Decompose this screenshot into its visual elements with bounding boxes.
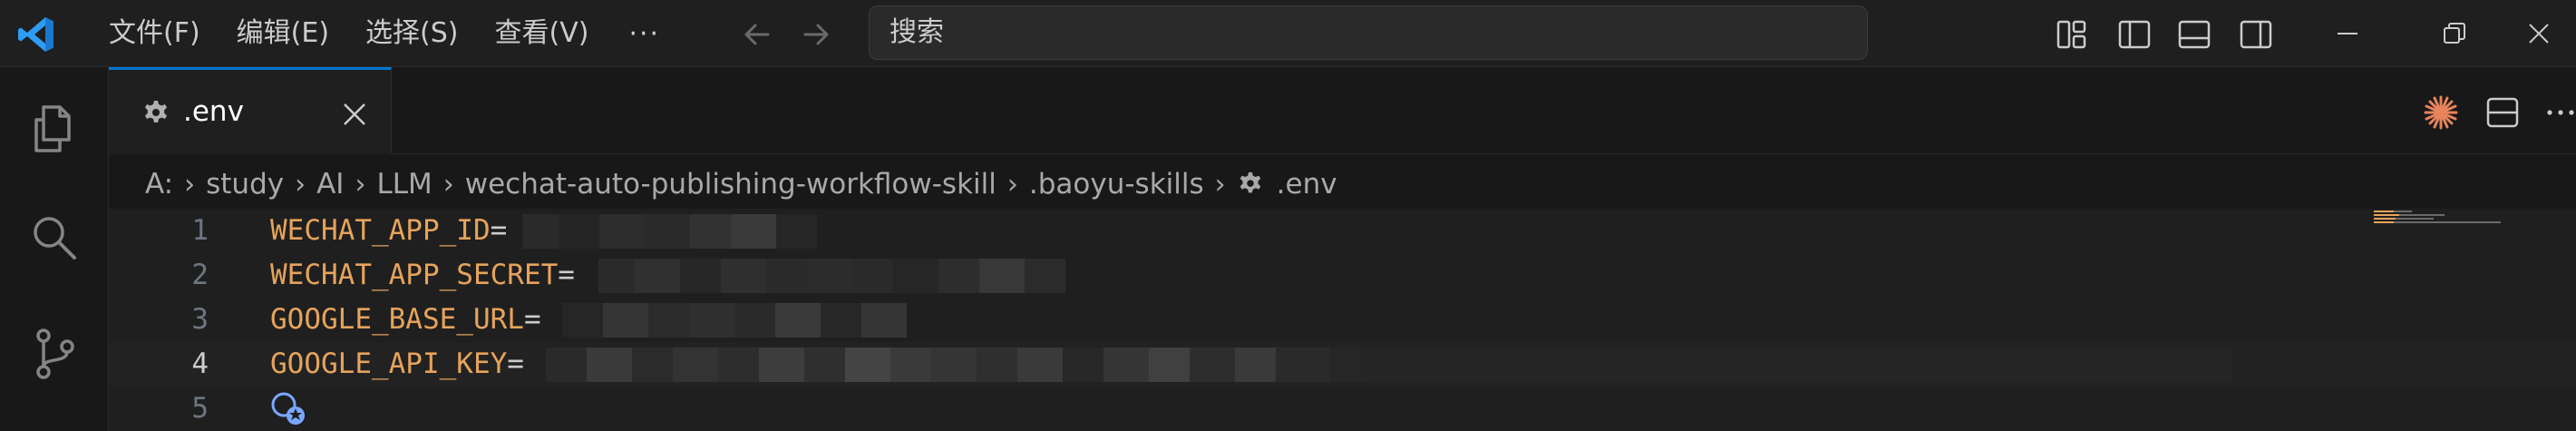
equals-sign: = — [523, 303, 541, 336]
equals-sign: = — [507, 348, 524, 380]
minimize-icon — [2338, 33, 2357, 34]
env-key: GOOGLE_BASE_URL — [270, 303, 524, 336]
editor-tabs: .env — [109, 67, 2576, 154]
forward-arrow-icon[interactable] — [798, 16, 834, 53]
code-editor[interactable]: 1 WECHAT_APP_ID= 2 WECHAT_APP_SECRET= 3 … — [109, 209, 2576, 431]
line-number: 5 — [191, 392, 209, 425]
close-icon — [2529, 24, 2549, 44]
env-key: WECHAT_APP_ID — [270, 214, 491, 247]
toggle-secondary-sidebar-icon[interactable] — [2238, 16, 2274, 53]
code-text: WECHAT_APP_ID= — [270, 209, 507, 253]
copilot-sparkle-icon[interactable] — [2423, 94, 2459, 131]
breadcrumb-drive[interactable]: A: — [145, 168, 173, 201]
tab-label: .env — [183, 95, 244, 128]
chevron-right-icon: › — [184, 168, 196, 201]
tab-env[interactable]: .env — [109, 67, 392, 154]
source-control-icon[interactable] — [25, 325, 83, 383]
code-text: WECHAT_APP_SECRET= — [270, 253, 575, 298]
redacted-value — [522, 214, 817, 249]
toggle-panel-icon[interactable] — [2176, 16, 2212, 53]
equals-sign: = — [490, 214, 508, 247]
breadcrumb-folder[interactable]: .baoyu-skills — [1029, 168, 1204, 201]
line-number: 2 — [191, 259, 209, 291]
line-number: 1 — [191, 214, 209, 247]
redacted-value — [562, 303, 907, 338]
minimap[interactable] — [2374, 209, 2501, 227]
breadcrumb-ai[interactable]: AI — [316, 168, 344, 201]
menu-file[interactable]: 文件(F) — [91, 10, 219, 57]
chevron-right-icon: › — [1214, 168, 1226, 201]
menu-bar: 文件(F) 编辑(E) 选择(S) 查看(V) ··· — [91, 0, 682, 67]
breadcrumb-file[interactable]: .env — [1277, 168, 1337, 201]
breadcrumb-project[interactable]: wechat-auto-publishing-workflow-skill — [465, 168, 996, 201]
close-tab-icon[interactable] — [341, 101, 368, 128]
split-editor-icon[interactable] — [2484, 94, 2521, 131]
menu-edit[interactable]: 编辑(E) — [219, 10, 347, 57]
gear-icon — [145, 101, 167, 122]
code-line: 5 — [109, 387, 2576, 431]
vscode-logo-icon — [18, 17, 53, 52]
customize-layout-icon[interactable] — [2054, 16, 2090, 53]
search-icon[interactable] — [25, 209, 83, 267]
code-line: 1 WECHAT_APP_ID= — [109, 209, 2576, 253]
chevron-right-icon: › — [1006, 168, 1018, 201]
redacted-value — [598, 259, 1065, 293]
redacted-value — [546, 348, 2232, 382]
env-key: WECHAT_APP_SECRET — [270, 259, 559, 291]
more-menu-button[interactable]: ··· — [607, 18, 682, 50]
menu-selection[interactable]: 选择(S) — [347, 10, 476, 57]
title-bar: 文件(F) 编辑(E) 选择(S) 查看(V) ··· 搜索 — [0, 0, 2576, 67]
copilot-suggestion-icon[interactable] — [268, 390, 310, 426]
code-line: 2 WECHAT_APP_SECRET= — [109, 253, 2576, 298]
breadcrumb-study[interactable]: study — [206, 168, 284, 201]
code-text: GOOGLE_API_KEY= — [270, 342, 524, 387]
chevron-right-icon: › — [295, 168, 306, 201]
breadcrumb-llm[interactable]: LLM — [376, 168, 432, 201]
minimize-button[interactable] — [2298, 0, 2397, 67]
line-number: 3 — [191, 303, 209, 336]
activity-bar — [0, 67, 109, 431]
toggle-primary-sidebar-icon[interactable] — [2116, 16, 2153, 53]
breadcrumb: A: › study › AI › LLM › wechat-auto-publ… — [145, 162, 1337, 207]
restore-icon — [2444, 23, 2465, 44]
equals-sign: = — [558, 259, 575, 291]
chevron-right-icon: › — [442, 168, 454, 201]
env-key: GOOGLE_API_KEY — [270, 348, 508, 380]
explorer-files-icon[interactable] — [25, 100, 83, 158]
command-search-input[interactable]: 搜索 — [869, 5, 1868, 60]
back-arrow-icon[interactable] — [739, 16, 775, 53]
chevron-right-icon: › — [355, 168, 366, 201]
code-line-active: 4 GOOGLE_API_KEY= — [109, 342, 2576, 387]
close-window-button[interactable] — [2489, 0, 2576, 67]
gear-icon — [1239, 171, 1260, 193]
code-line: 3 GOOGLE_BASE_URL= — [109, 298, 2576, 342]
menu-view[interactable]: 查看(V) — [477, 10, 608, 57]
code-text: GOOGLE_BASE_URL= — [270, 298, 541, 342]
more-actions-icon[interactable] — [2542, 94, 2576, 131]
line-number: 4 — [191, 348, 209, 380]
